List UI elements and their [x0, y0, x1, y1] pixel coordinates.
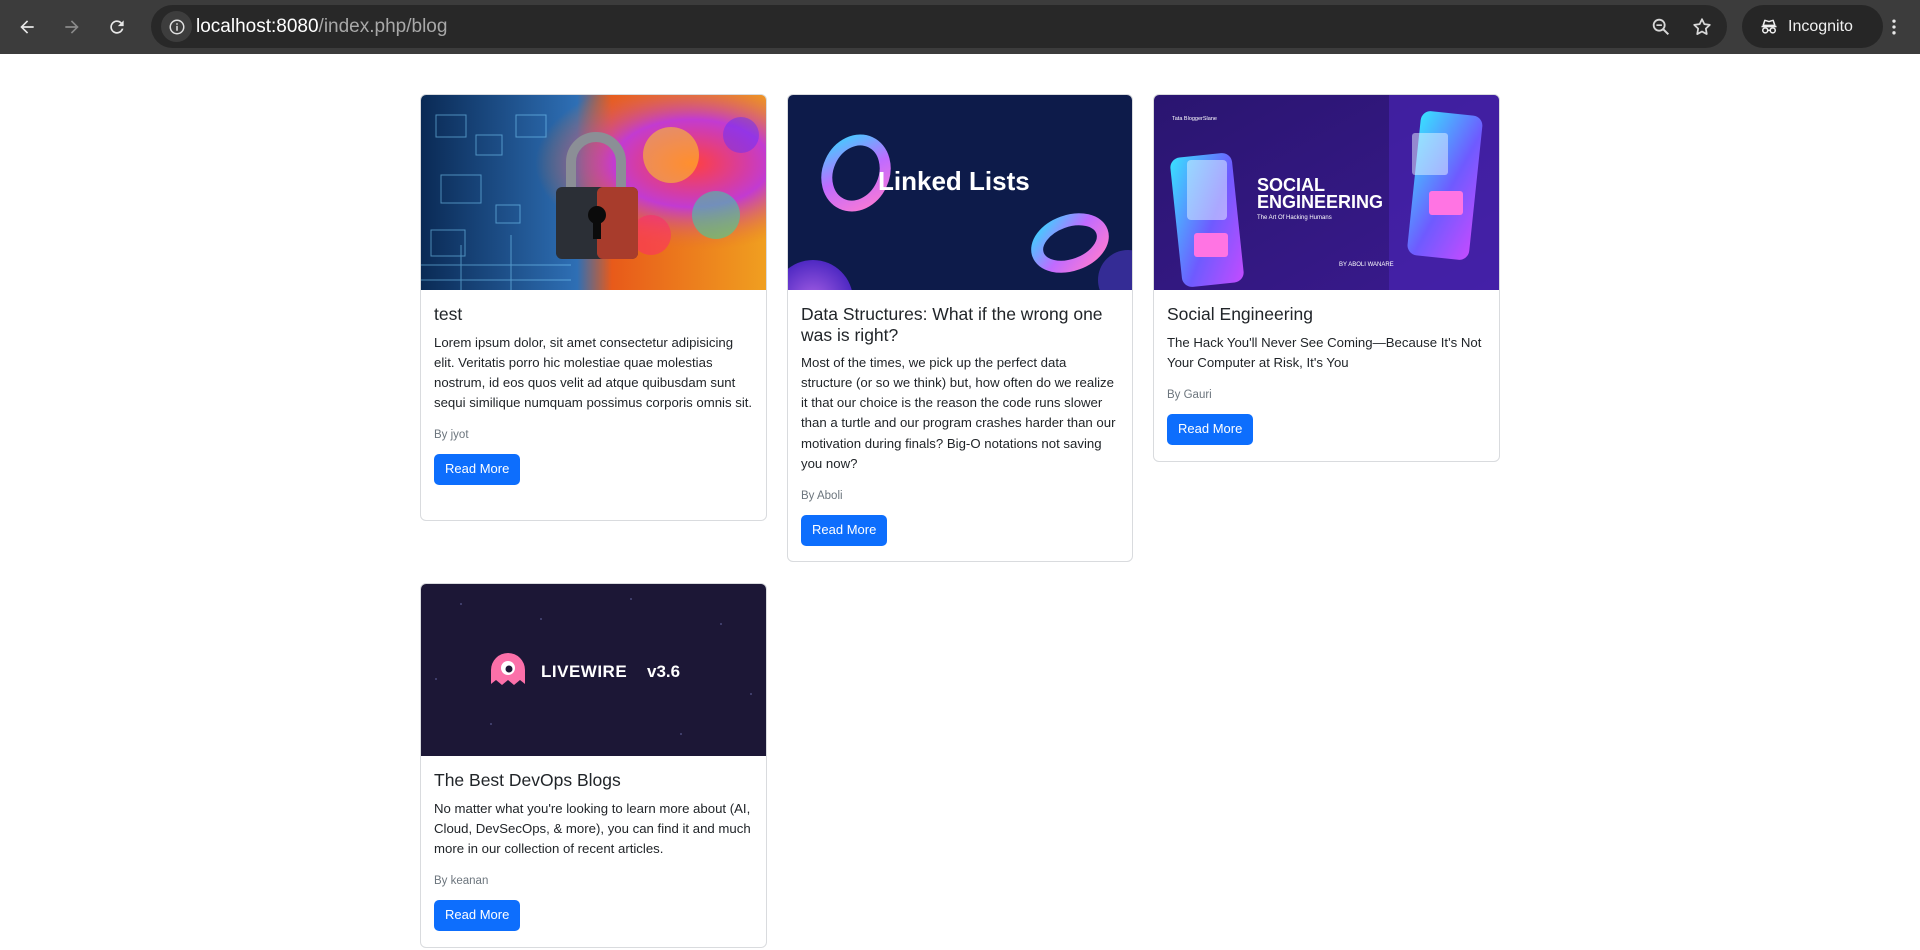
incognito-label: Incognito	[1788, 17, 1853, 35]
post-excerpt: No matter what you're looking to learn m…	[434, 800, 751, 856]
post-thumbnail[interactable]: Linked Lists	[788, 95, 1132, 290]
image-product-version: v3.6	[647, 662, 680, 681]
reload-icon	[110, 20, 124, 34]
image-subtitle: The Art Of Hacking Humans	[1257, 215, 1332, 221]
post-author: By keanan	[434, 874, 489, 887]
site-info-icon	[169, 19, 184, 34]
read-more-button[interactable]: Read More	[434, 453, 521, 485]
bookmark-star-icon[interactable]	[1691, 16, 1713, 38]
post-excerpt: The Hack You'll Never See Coming—Because…	[1167, 334, 1482, 370]
forward-icon	[65, 20, 79, 34]
url-text[interactable]: localhost:8080/index.php/blog	[196, 5, 447, 48]
url-host: localhost:8080	[196, 16, 319, 37]
read-more-button[interactable]: Read More	[434, 899, 521, 931]
image-heading-line2: ENGINEERING	[1257, 192, 1383, 212]
forward-button[interactable]	[56, 11, 88, 43]
image-product-name: LIVEWIRE	[541, 662, 627, 681]
post-excerpt: Lorem ipsum dolor, sit amet consectetur …	[434, 334, 753, 410]
post-excerpt: Most of the times, we pick up the perfec…	[801, 355, 1116, 471]
zoom-icon[interactable]	[1650, 16, 1672, 38]
post-author: By jyot	[434, 428, 469, 441]
post-author: By Gauri	[1167, 388, 1212, 401]
incognito-icon	[1761, 19, 1777, 34]
back-button[interactable]	[11, 11, 43, 43]
post-thumbnail[interactable]: Tata BloggerSlane SOCIAL ENGINEERING The…	[1154, 95, 1499, 290]
blog-card: Linked Lists Data Structures: What if th…	[787, 94, 1133, 562]
url-path: /index.php/blog	[318, 16, 448, 37]
browser-menu-button[interactable]	[1880, 13, 1908, 41]
image-tag: Tata BloggerSlane	[1172, 116, 1217, 122]
site-info-button[interactable]	[161, 11, 192, 42]
livewire-image: LIVEWIRE v3.6	[421, 584, 766, 756]
post-thumbnail[interactable]	[421, 95, 766, 290]
post-title: test	[434, 304, 463, 324]
cybersecurity-padlock-image	[421, 95, 766, 290]
incognito-indicator[interactable]: Incognito	[1742, 5, 1883, 48]
browser-toolbar: localhost:8080/index.php/blog Incognito	[0, 0, 1920, 54]
read-more-button[interactable]: Read More	[1167, 413, 1254, 445]
post-title: The Best DevOps Blogs	[434, 770, 621, 790]
image-byline: BY ABOLI WANARE	[1339, 262, 1394, 268]
post-thumbnail[interactable]: LIVEWIRE v3.6	[421, 584, 766, 756]
linked-lists-image: Linked Lists	[788, 95, 1132, 290]
reload-button[interactable]	[101, 11, 133, 43]
post-author: By Aboli	[801, 489, 843, 502]
post-title: Data Structures: What if the wrong one w…	[801, 304, 1103, 345]
post-title: Social Engineering	[1167, 304, 1313, 324]
read-more-button[interactable]: Read More	[801, 514, 888, 546]
social-engineering-image: Tata BloggerSlane SOCIAL ENGINEERING The…	[1154, 95, 1499, 290]
blog-card: LIVEWIRE v3.6 The Best DevOps Blogs No m…	[420, 583, 767, 948]
back-icon	[20, 20, 34, 34]
more-vert-icon	[1892, 19, 1896, 35]
image-caption: Linked Lists	[878, 166, 1030, 196]
address-bar[interactable]: localhost:8080/index.php/blog	[151, 5, 1727, 48]
blog-card: test Lorem ipsum dolor, sit amet consect…	[420, 94, 767, 521]
blog-card: Tata BloggerSlane SOCIAL ENGINEERING The…	[1153, 94, 1500, 462]
